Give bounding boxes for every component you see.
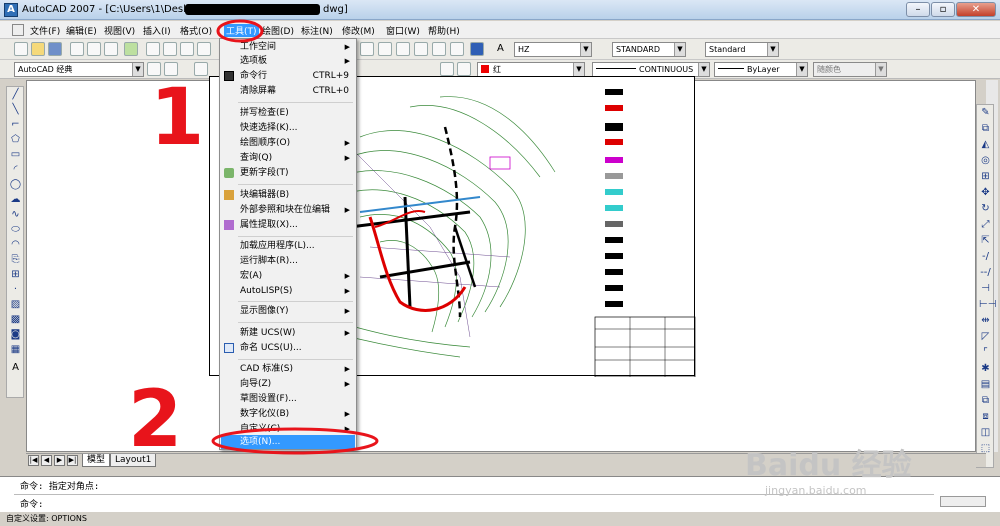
baidu-watermark: Baidu 经验 jingyan.baidu.com bbox=[745, 440, 995, 520]
watermark-text: Baidu 经验 bbox=[745, 448, 912, 483]
options-highlight-circle bbox=[211, 427, 379, 455]
annotation-step-1: 1 bbox=[150, 73, 205, 163]
tools-menu-highlight-circle bbox=[216, 19, 264, 43]
annotation-step-2: 2 bbox=[128, 375, 183, 465]
watermark-url: jingyan.baidu.com bbox=[765, 484, 867, 497]
